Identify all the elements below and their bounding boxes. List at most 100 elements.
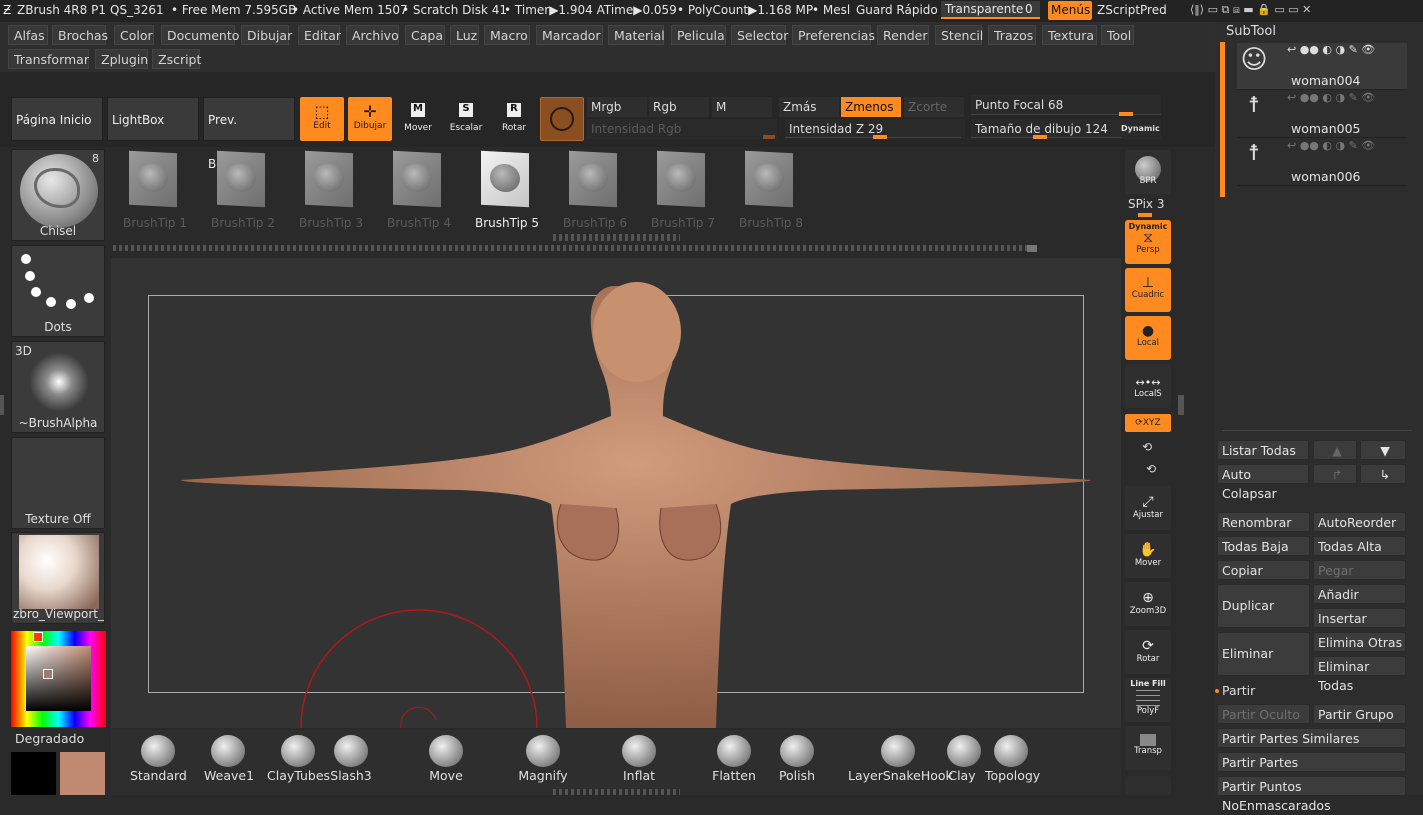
- split-similar-parts-button[interactable]: Partir Partes Similares: [1217, 728, 1406, 748]
- subtool-toggle-icons[interactable]: ↩ ●● ◐ ◑ ✎ 👁: [1287, 43, 1375, 56]
- brush-inflat[interactable]: Inflat: [618, 733, 660, 783]
- subtool-toggle-icons[interactable]: ↩ ●● ◐ ◑ ✎ 👁: [1287, 91, 1375, 104]
- menu-item-documento[interactable]: Documento: [161, 25, 239, 45]
- copy-button[interactable]: Copiar: [1217, 560, 1310, 580]
- subtool-title[interactable]: SubTool: [1226, 24, 1276, 39]
- menu-item-material[interactable]: Material: [608, 25, 665, 45]
- quicksave-button[interactable]: Guard Rápido: [856, 3, 938, 17]
- subtool-item[interactable]: ☨ ↩ ●● ◐ ◑ ✎ 👁 woman005: [1237, 91, 1407, 138]
- zcut-button[interactable]: Zcorte: [904, 97, 964, 117]
- menu-item-zscript[interactable]: Zscript: [152, 49, 201, 69]
- move-mode-button[interactable]: M Mover: [398, 103, 438, 133]
- move-down-icon[interactable]: ↳: [1360, 464, 1406, 484]
- delete-button[interactable]: Eliminar: [1217, 632, 1310, 676]
- polyframe-button[interactable]: Line Fill PolyF: [1125, 678, 1171, 722]
- autoreorder-button[interactable]: AutoReorder: [1313, 512, 1406, 532]
- brush-weave1[interactable]: Weave1: [204, 733, 254, 783]
- edit-button[interactable]: ⬚ Edit: [300, 97, 344, 141]
- brush-claytubes[interactable]: ClayTubes: [267, 733, 330, 783]
- spix-knob[interactable]: [1138, 213, 1152, 217]
- zscript-default[interactable]: ZScriptPred: [1097, 3, 1167, 17]
- focal-shift-slider[interactable]: Punto Focal 68: [971, 95, 1161, 116]
- bottom-shelf-pager[interactable]: [553, 789, 680, 795]
- local-button[interactable]: ● Local: [1125, 316, 1171, 360]
- move-up-icon[interactable]: ↱: [1313, 464, 1357, 484]
- mrgb-button[interactable]: Mrgb: [587, 97, 647, 117]
- move-view-button[interactable]: ✋ Mover: [1125, 534, 1171, 578]
- split-groups-button[interactable]: Partir Grupo: [1313, 704, 1406, 724]
- local-symmetry-button[interactable]: ↔•↔ LocalS: [1125, 364, 1171, 408]
- left-collapse-handle[interactable]: [0, 395, 4, 415]
- menu-item-trazos[interactable]: Trazos: [988, 25, 1036, 45]
- zadd-button[interactable]: Zmás: [779, 97, 839, 117]
- stroke-selector[interactable]: Dots: [11, 245, 105, 337]
- right-collapse-handle[interactable]: [1178, 395, 1184, 415]
- shelf-scrollbar[interactable]: [113, 245, 1037, 251]
- arrow-up-icon[interactable]: ▲: [1313, 440, 1357, 460]
- brush-tip-3[interactable]: BrushTip 3: [288, 150, 374, 235]
- transp-button[interactable]: Transp: [1125, 726, 1171, 770]
- lightbox-button[interactable]: LightBox: [107, 97, 199, 141]
- menu-item-stencil[interactable]: Stencil: [935, 25, 983, 45]
- color-picker[interactable]: [11, 631, 106, 727]
- dynamic-label[interactable]: Dynamic: [1121, 119, 1160, 139]
- list-all-button[interactable]: Listar Todas: [1217, 440, 1309, 460]
- bpr-button[interactable]: BPR: [1125, 150, 1171, 194]
- hue-marker[interactable]: [33, 632, 43, 642]
- viewport[interactable]: [111, 258, 1121, 728]
- tip-pager-bar[interactable]: [553, 234, 680, 241]
- secondary-color-swatch[interactable]: [11, 752, 56, 795]
- zsub-button[interactable]: Zmenos: [841, 97, 901, 117]
- brush-tip-6[interactable]: BrushTip 6: [552, 150, 638, 235]
- brush-tip-2[interactable]: BrushTip 2: [200, 150, 286, 235]
- spix-control[interactable]: SPix 3: [1128, 197, 1165, 211]
- material-swatch-button[interactable]: [540, 97, 584, 141]
- duplicate-button[interactable]: Duplicar: [1217, 584, 1310, 628]
- delete-all-button[interactable]: Eliminar Todas: [1313, 656, 1406, 693]
- insert-button[interactable]: Insertar: [1313, 608, 1406, 628]
- brush-clay[interactable]: Clay: [947, 733, 981, 783]
- subtool-item[interactable]: ☺ ↩ ●● ◐ ◑ ✎ 👁 woman004: [1237, 43, 1407, 90]
- menu-item-transformar[interactable]: Transformar: [8, 49, 89, 69]
- brush-slash3[interactable]: Slash3: [330, 733, 372, 783]
- menu-item-zplugin[interactable]: Zplugin: [95, 49, 148, 69]
- brush-flatten[interactable]: Flatten: [712, 733, 756, 783]
- persp-button[interactable]: Dynamic ⧖ Persp: [1125, 220, 1171, 264]
- brush-tip-5[interactable]: BrushTip 5: [464, 150, 550, 235]
- append-button[interactable]: Añadir: [1313, 584, 1406, 604]
- subtool-scrollbar[interactable]: [1220, 42, 1225, 197]
- brush-tip-1[interactable]: BrushTip 1: [112, 150, 198, 235]
- scale-mode-button[interactable]: S Escalar: [446, 103, 486, 133]
- menu-item-render[interactable]: Render: [877, 25, 929, 45]
- split-hidden-button[interactable]: Partir Oculto: [1217, 704, 1310, 724]
- floor-button[interactable]: ⊥ Cuadric: [1125, 268, 1171, 312]
- menu-item-selector[interactable]: Selector: [731, 25, 788, 45]
- draw-size-slider[interactable]: Tamaño de dibujo 124 Dynamic: [971, 119, 1161, 139]
- brush-tip-4[interactable]: BrushTip 4: [376, 150, 462, 235]
- menu-item-color[interactable]: Color: [114, 25, 154, 45]
- color-sv-square[interactable]: [26, 646, 91, 711]
- menu-item-capa[interactable]: Capa: [405, 25, 445, 45]
- arrow-down-icon[interactable]: ▼: [1360, 440, 1406, 460]
- split-parts-button[interactable]: Partir Partes: [1217, 752, 1406, 772]
- texture-selector[interactable]: Texture Off: [11, 437, 105, 529]
- all-high-button[interactable]: Todas Alta: [1313, 536, 1406, 556]
- brush-selector[interactable]: 8 Chisel: [11, 149, 105, 241]
- menu-item-alfas[interactable]: Alfas: [8, 25, 48, 45]
- menu-item-editar[interactable]: Editar: [298, 25, 341, 45]
- menu-item-preferencias[interactable]: Preferencias: [792, 25, 875, 45]
- window-layout-icons[interactable]: ⟨‖⟩ ▭ ⧉ ⧈ ▬ 🔒 ▭ ▭ ✕: [1190, 3, 1311, 17]
- transparent-slider[interactable]: Transparente 0: [941, 1, 1040, 19]
- delete-other-button[interactable]: Elimina Otras: [1313, 632, 1406, 652]
- model-canvas[interactable]: [111, 258, 1121, 728]
- home-page-button[interactable]: Página Inicio: [11, 97, 103, 141]
- paste-button[interactable]: Pegar: [1313, 560, 1406, 580]
- alpha-selector[interactable]: 3D ~BrushAlpha: [11, 341, 105, 433]
- rgb-button[interactable]: Rgb: [649, 97, 709, 117]
- brush-move[interactable]: Move: [425, 733, 467, 783]
- shelf-scroll-thumb[interactable]: [1027, 245, 1037, 252]
- menu-item-brochas[interactable]: Brochas: [52, 25, 108, 45]
- brush-layersnakehook[interactable]: LayerSnakeHook: [848, 733, 953, 783]
- rotate-y-icon[interactable]: ⟲: [1142, 440, 1152, 454]
- color-marker[interactable]: [43, 669, 53, 679]
